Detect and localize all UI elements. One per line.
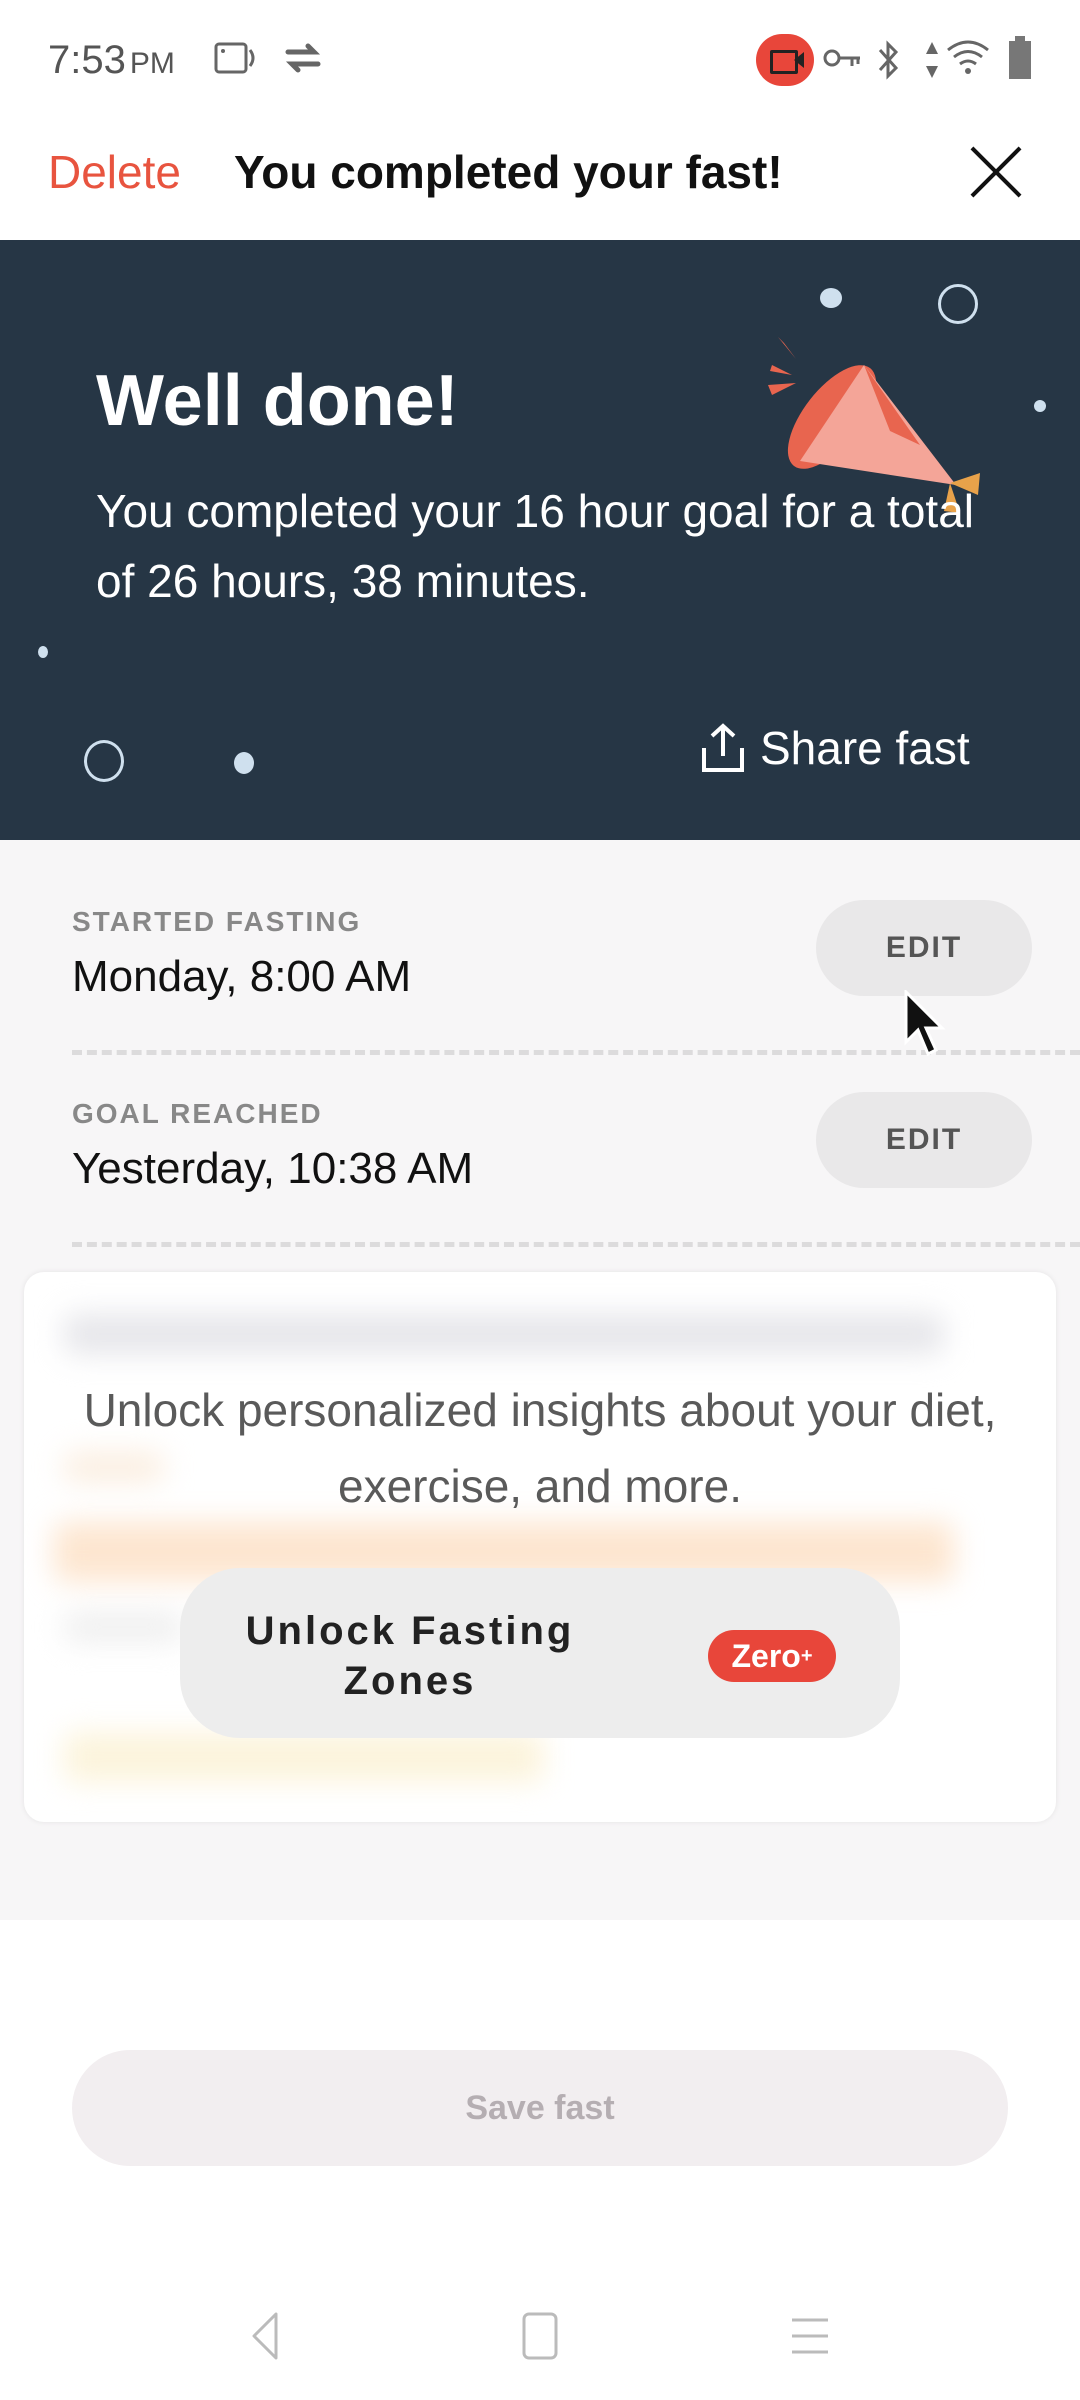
confetti-dot xyxy=(820,288,842,308)
share-icon xyxy=(702,723,744,772)
confetti-ring xyxy=(938,284,978,324)
mouse-cursor-icon xyxy=(904,990,946,1057)
confetti-dot xyxy=(234,752,254,774)
zero-plus-badge: Zero + xyxy=(708,1630,836,1682)
edit-start-button[interactable]: EDIT xyxy=(816,900,1032,996)
footer: Save fast xyxy=(0,1920,1080,2260)
bluetooth-icon xyxy=(878,40,899,80)
recents-icon[interactable] xyxy=(780,2306,840,2366)
share-fast-label: Share fast xyxy=(760,722,970,774)
close-icon[interactable] xyxy=(966,142,1026,202)
confetti-ring xyxy=(84,740,124,782)
blurred-content xyxy=(64,1314,944,1354)
page-title: You completed your fast! xyxy=(234,146,783,198)
data-arrows-icon xyxy=(926,42,938,78)
home-icon[interactable] xyxy=(510,2306,570,2366)
confetti-dot xyxy=(38,646,48,658)
edit-goal-button[interactable]: EDIT xyxy=(816,1092,1032,1188)
blurred-content xyxy=(64,1732,544,1782)
wifi-icon xyxy=(947,40,989,74)
confetti-dot xyxy=(1034,400,1046,412)
unlock-fasting-zones-button[interactable]: Unlock Fasting Zones Zero + xyxy=(180,1568,900,1738)
upsell-text: Unlock personalized insights about your … xyxy=(83,1384,997,1512)
delete-button[interactable]: Delete xyxy=(48,140,181,204)
battery-icon xyxy=(1009,36,1031,79)
recording-indicator-icon xyxy=(756,34,814,86)
divider xyxy=(72,1242,1080,1247)
congrats-banner: Well done! You completed your 16 hour go… xyxy=(0,240,1080,840)
status-bar: 7:53 PM xyxy=(0,0,1080,120)
banner-title: Well done! xyxy=(96,361,459,441)
goal-reached-row: GOAL REACHED Yesterday, 10:38 AM EDIT xyxy=(72,1092,1032,1194)
banner-message: You completed your 16 hour goal for a to… xyxy=(96,485,974,607)
status-time: 7:53 PM xyxy=(48,38,175,82)
blurred-content xyxy=(64,1612,184,1642)
unlock-button-label: Unlock Fasting Zones xyxy=(245,1609,575,1703)
header: Delete You completed your fast! xyxy=(0,120,1080,240)
screen-record-icon xyxy=(214,42,255,74)
system-nav-bar xyxy=(0,2260,1080,2400)
started-fasting-row: STARTED FASTING Monday, 8:00 AM EDIT xyxy=(72,900,1032,1002)
vpn-key-icon xyxy=(823,49,860,67)
fasting-zones-upsell-card: Unlock personalized insights about your … xyxy=(24,1272,1056,1822)
share-fast-button[interactable]: Share fast xyxy=(700,718,970,778)
back-icon[interactable] xyxy=(236,2306,296,2366)
sync-icon xyxy=(285,43,321,73)
save-fast-button[interactable]: Save fast xyxy=(72,2050,1008,2166)
